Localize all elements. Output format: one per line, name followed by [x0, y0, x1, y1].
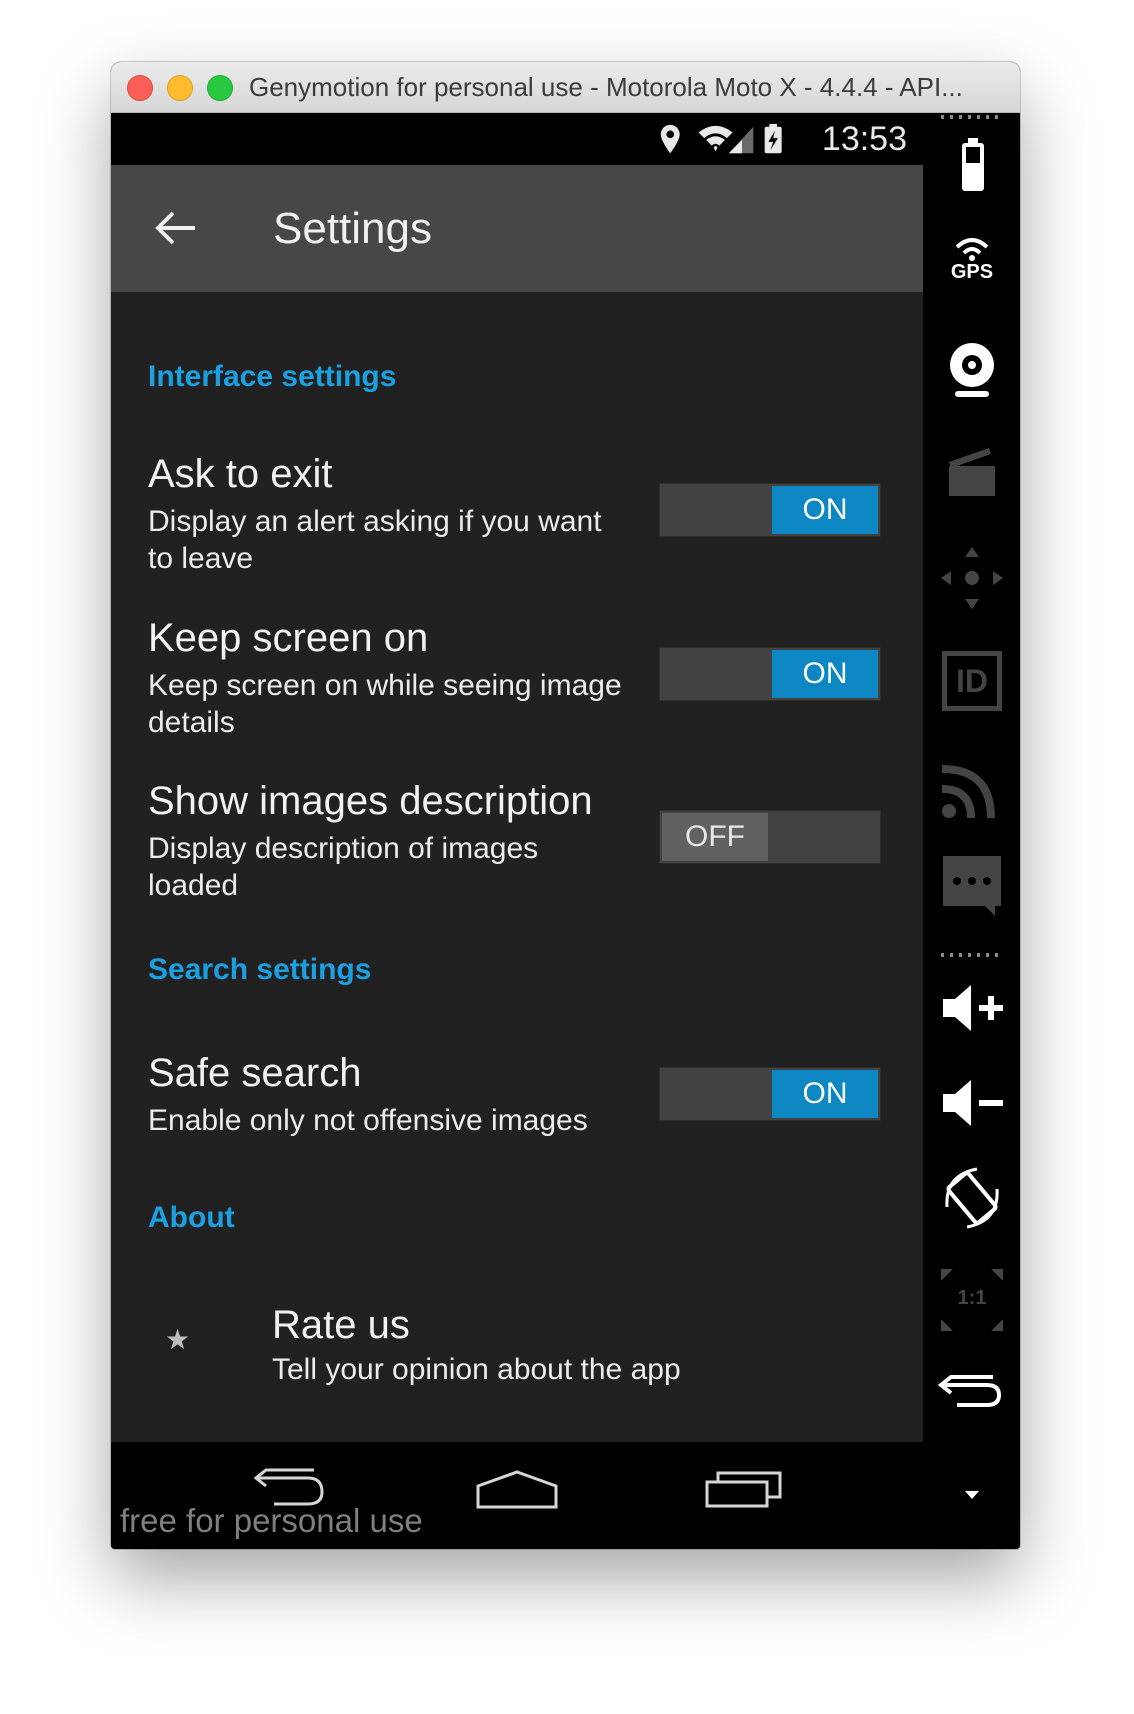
page-title: Settings: [273, 204, 432, 253]
gps-signal-icon: [955, 238, 989, 261]
toggle-knob: ON: [772, 486, 878, 534]
minimize-window-button[interactable]: [167, 75, 193, 101]
dpad-icon[interactable]: [937, 543, 1007, 613]
remote-control-icon[interactable]: [937, 753, 1007, 823]
signal-icon: [728, 126, 754, 154]
emulator-window: Genymotion for personal use - Motorola M…: [111, 62, 1020, 1549]
sidebar-divider: [941, 115, 1003, 119]
pref-title: Show images description: [148, 779, 593, 823]
section-header-interface: Interface settings: [148, 360, 397, 393]
device-id-label: ID: [956, 663, 988, 699]
sidebar-divider: [941, 953, 1003, 957]
android-status-bar: 13:53: [111, 113, 923, 165]
gps-icon[interactable]: GPS: [937, 231, 1007, 301]
toggle-ask-to-exit[interactable]: ON: [659, 483, 881, 537]
genymotion-sidebar: GPS ID 1:1: [923, 113, 1020, 1549]
pref-title: Ask to exit: [148, 452, 333, 496]
pref-summary: Display description of images loaded: [148, 832, 539, 902]
toggle-show-images-description[interactable]: OFF: [659, 810, 881, 864]
watermark: free for personal use: [120, 1502, 423, 1539]
back-arrow-icon[interactable]: [155, 210, 197, 246]
pref-title: Keep screen on: [148, 616, 429, 660]
toggle-knob: ON: [772, 650, 878, 698]
screencast-icon[interactable]: [937, 438, 1007, 508]
pref-summary: Tell your opinion about the app: [272, 1353, 681, 1386]
gps-label: GPS: [950, 261, 994, 283]
volume-up-icon[interactable]: [937, 973, 1007, 1043]
toggle-safe-search[interactable]: ON: [659, 1067, 881, 1121]
status-icons-group: [660, 123, 782, 154]
nav-recents-icon[interactable]: [704, 1468, 784, 1510]
pref-summary: Keep screen on while seeing image detail…: [148, 669, 622, 739]
battery-icon[interactable]: [937, 133, 1007, 203]
webcam-icon[interactable]: [937, 335, 1007, 405]
window-titlebar: Genymotion for personal use - Motorola M…: [111, 62, 1020, 113]
pref-title: Rate us: [272, 1303, 410, 1347]
scale-label: 1:1: [957, 1287, 987, 1309]
action-bar: Settings: [111, 165, 923, 292]
zoom-window-button[interactable]: [207, 75, 233, 101]
toggle-knob: OFF: [662, 813, 768, 861]
section-header-about: About: [148, 1201, 235, 1234]
toggle-knob: ON: [772, 1070, 878, 1118]
wifi-icon: [698, 125, 733, 152]
status-time: 13:53: [821, 120, 907, 158]
location-icon: [660, 124, 680, 154]
battery-charging-icon: [764, 123, 782, 154]
pref-summary: Display an alert asking if you want to l…: [148, 505, 602, 575]
star-icon: ★: [165, 1324, 191, 1355]
close-window-button[interactable]: [127, 75, 153, 101]
window-title: Genymotion for personal use - Motorola M…: [249, 72, 963, 102]
back-icon[interactable]: [937, 1355, 1007, 1425]
nav-home-icon[interactable]: [475, 1468, 559, 1510]
volume-down-icon[interactable]: [937, 1068, 1007, 1138]
menu-more-icon[interactable]: [937, 1461, 1007, 1531]
pixel-perfect-icon[interactable]: 1:1: [937, 1265, 1007, 1335]
device-id-icon[interactable]: ID: [942, 651, 1002, 711]
toggle-keep-screen-on[interactable]: ON: [659, 647, 881, 701]
pref-title: Safe search: [148, 1051, 362, 1095]
sms-icon[interactable]: [937, 848, 1007, 918]
pref-summary: Enable only not offensive images: [148, 1104, 588, 1137]
settings-screen: Settings Interface settings Ask to exit …: [111, 165, 923, 1442]
android-nav-bar: free for personal use: [111, 1442, 923, 1549]
rotate-icon[interactable]: [937, 1163, 1007, 1233]
section-header-search: Search settings: [148, 953, 372, 986]
